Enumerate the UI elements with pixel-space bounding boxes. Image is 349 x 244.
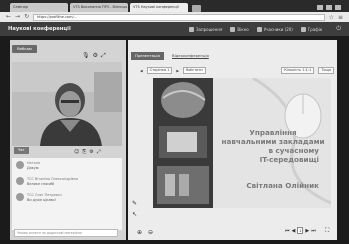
message-author: Наталя	[27, 161, 40, 165]
menu-window-label: Вікно	[237, 26, 249, 32]
users-icon	[256, 26, 262, 32]
slide-title-line-2: навчальними закладами	[221, 137, 325, 146]
window-controls	[317, 3, 341, 12]
avatar	[16, 161, 24, 169]
pointer-icon[interactable]: ↖	[132, 211, 137, 218]
chat-toolbar: ☺ ⎘ ⚙ ⤢	[74, 149, 101, 155]
browser-tab-3[interactable]: VTS Наукові конференції	[130, 3, 188, 12]
presentation-slide: Управління навчальними закладами в сучас…	[153, 78, 331, 208]
zoom-select[interactable]: Вмістити	[183, 67, 206, 74]
last-slide-icon[interactable]: ⏭	[311, 228, 316, 234]
webcam-video	[12, 62, 122, 146]
message-author: ТСС Вітаміна Олександрівна	[27, 177, 78, 181]
slide-title-line-3: в сучасному	[268, 146, 319, 155]
tab-chat[interactable]: Чат	[14, 147, 29, 154]
menu-invite-label: Запрошення	[195, 26, 223, 32]
chat-message: Наталя Дякую	[16, 161, 40, 170]
menu-schedule[interactable]: Графік	[300, 26, 323, 32]
prev-page-icon[interactable]: ◀	[292, 228, 296, 234]
chat-tabs: Чат	[14, 147, 29, 154]
slide-title-line-1: Управління	[249, 128, 297, 137]
slide-title-line-4: IT-середовищі	[259, 155, 319, 164]
new-tab-button[interactable]	[192, 5, 201, 12]
pencil-icon[interactable]: ✎	[132, 200, 137, 207]
browser-tab-1[interactable]: Семінар	[10, 3, 68, 12]
menu-participants-label: Учасники (20)	[263, 26, 293, 32]
menu-invite[interactable]: Запрошення	[188, 26, 223, 32]
chat-expand-icon[interactable]: ⤢	[97, 149, 101, 155]
slide-select[interactable]: Сторінка 1	[146, 67, 173, 74]
chat-message: ТСС Олег Петрович Ви дуже цікаво!	[16, 193, 62, 202]
layout-select[interactable]: Кількість 1:1:1	[281, 67, 315, 74]
microphone-icon[interactable]: 🎙	[82, 52, 90, 60]
drawing-tools: ✎ ↖	[132, 200, 137, 218]
settings-icon[interactable]: ⚙	[93, 52, 98, 60]
app-menu: Запрошення Вікно Учасники (20) Графік ⏻	[188, 25, 341, 33]
bookmark-star-icon[interactable]: ☆	[329, 14, 334, 21]
tab-videoconference[interactable]: Відеоконференція	[172, 52, 209, 60]
address-bar: ← → ↻ https://profiline.com/... ☆ ≡	[0, 12, 349, 22]
message-text: Дякую	[27, 165, 39, 170]
speaker-video-frame	[12, 62, 122, 146]
window-icon	[230, 26, 236, 32]
avatar	[16, 193, 24, 201]
expand-icon[interactable]: ⤢	[101, 52, 106, 60]
menu-schedule-label: Графік	[307, 26, 323, 32]
message-author: ТСС Олег Петрович	[27, 193, 62, 197]
fullscreen-icon[interactable]: ⛶	[325, 227, 329, 235]
chat-messages: Наталя Дякую ТСС Вітаміна Олександрівна …	[12, 158, 122, 230]
next-slide-icon[interactable]: ▶	[176, 69, 179, 73]
message-text: Ви дуже цікаво!	[27, 197, 56, 202]
video-controls: 🎙 ⚙ ⤢	[82, 52, 106, 60]
slide-pager: ⏮ ◀ 1 ▶ ⏭	[285, 227, 316, 234]
url-field[interactable]: https://profiline.com/...	[33, 13, 325, 21]
presentation-toolbar: ◀ Сторінка 1 ▶ Вмістити Кількість 1:1:1 …	[140, 66, 334, 75]
first-slide-icon[interactable]: ⏮	[285, 228, 290, 234]
menu-participants[interactable]: Учасники (20)	[256, 26, 293, 32]
zoom-controls: ⊕ ⊖	[137, 229, 153, 236]
schedule-icon	[300, 26, 306, 32]
exit-icon[interactable]: ⏻	[336, 25, 341, 33]
smile-icon[interactable]: ☺	[74, 149, 79, 155]
video-tab[interactable]: Вебкам	[12, 45, 37, 53]
chat-settings-icon[interactable]: ⚙	[89, 149, 93, 155]
avatar	[16, 177, 24, 185]
prev-slide-icon[interactable]: ◀	[140, 69, 143, 73]
attach-icon[interactable]: ⎘	[82, 149, 86, 155]
maximize-icon[interactable]	[326, 5, 332, 10]
menu-window[interactable]: Вікно	[230, 26, 249, 32]
browser-tab-strip: Семінар VTS Виконання ПР3 - Вінниця VTS …	[0, 0, 349, 12]
app-header: Наукові конференції Запрошення Вікно Уча…	[0, 22, 349, 36]
close-window-icon[interactable]	[335, 5, 341, 10]
menu-icon[interactable]: ≡	[338, 14, 343, 21]
back-icon[interactable]: ←	[6, 12, 11, 22]
chat-message: ТСС Вітаміна Олександрівна Велике спасиб…	[16, 177, 78, 186]
envelope-icon	[188, 26, 194, 32]
next-page-icon[interactable]: ▶	[305, 228, 309, 234]
page-number-field[interactable]: 1	[297, 227, 304, 234]
tab-presentation[interactable]: Презентація	[131, 52, 164, 60]
chat-input[interactable]: Чекаю оплати на додаткові матеріали	[14, 229, 118, 237]
browser-tab-2[interactable]: VTS Виконання ПР3 - Вінниця	[70, 3, 128, 12]
minimize-icon[interactable]	[317, 5, 323, 10]
message-text: Велике спасибі	[27, 181, 55, 186]
app-title: Наукові конференції	[8, 26, 71, 32]
slide-author: Світлана Олійник	[246, 181, 319, 190]
zoom-in-icon[interactable]: ⊕	[137, 229, 142, 236]
reload-icon[interactable]: ↻	[24, 12, 29, 22]
zoom-out-icon[interactable]: ⊖	[148, 229, 153, 236]
more-select[interactable]: Тощо	[318, 67, 334, 74]
forward-icon[interactable]: →	[15, 12, 20, 22]
